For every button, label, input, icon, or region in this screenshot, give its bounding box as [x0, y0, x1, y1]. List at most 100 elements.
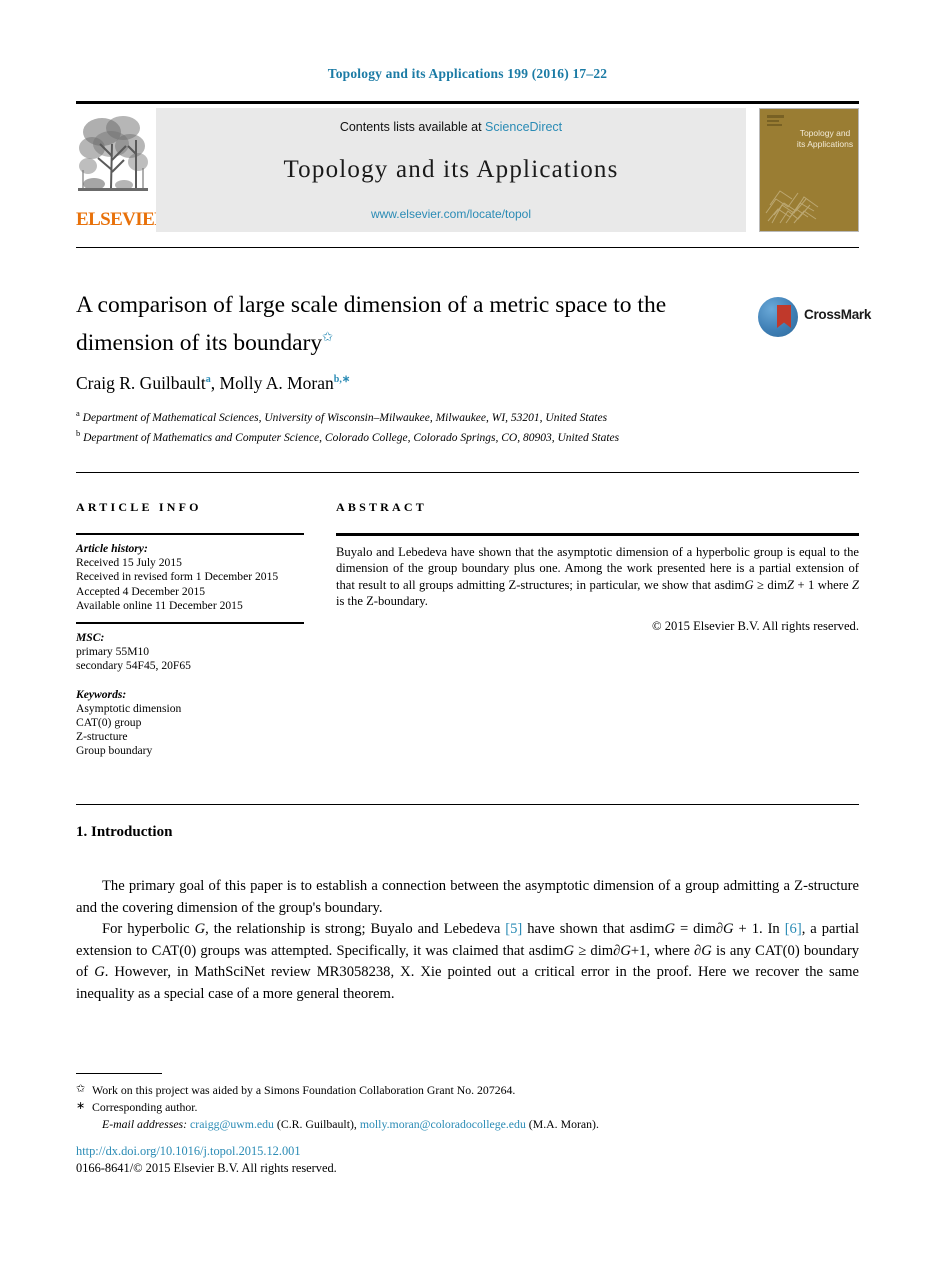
abstract-part-2: + 1 where	[794, 577, 852, 592]
abstract-section-bottom-rule	[76, 804, 859, 805]
abstract-math-g: G	[744, 577, 754, 592]
crossmark-badge[interactable]: CrossMark	[752, 294, 871, 340]
contents-banner: Contents lists available at ScienceDirec…	[156, 108, 746, 232]
masthead-bottom-rule	[76, 247, 859, 248]
section-heading-introduction: 1. Introduction	[76, 824, 173, 840]
author-marker-2: b,∗	[333, 374, 351, 386]
p2-g2: G	[664, 921, 675, 938]
author-marker-1: a	[205, 374, 211, 386]
email-addresses-label: E-mail addresses:	[102, 1117, 188, 1131]
abstract-rule	[336, 533, 859, 536]
keyword-item: Group boundary	[76, 744, 153, 758]
p2-g4: G	[563, 942, 575, 959]
history-received: Received 15 July 2015	[76, 556, 182, 570]
article-title-text: A comparison of large scale dimension of…	[76, 292, 667, 356]
p2-g7: G	[94, 964, 105, 981]
keywords-block: Keywords: Asymptotic dimension CAT(0) gr…	[76, 688, 304, 759]
cover-elsevier-mark-icon	[767, 115, 784, 130]
author-name-1: Craig R. Guilbault	[76, 373, 206, 393]
citation-5[interactable]: [5]	[505, 921, 522, 937]
journal-url-link[interactable]: www.elsevier.com/locate/topol	[156, 207, 746, 221]
affiliation-marker-b: b	[76, 428, 81, 439]
abstract-relation: ≥ dim	[753, 577, 787, 592]
affiliation-text-b: Department of Mathematics and Computer S…	[83, 432, 620, 445]
crossmark-ribbon-icon	[777, 305, 791, 328]
abstract-heading: ABSTRACT	[336, 500, 427, 514]
msc-block: MSC: primary 55M10 secondary 54F45, 20F6…	[76, 631, 304, 674]
footnote-rule	[76, 1073, 162, 1074]
abstract-math-z2: Z	[851, 577, 859, 592]
affiliation-a: a Department of Mathematical Sciences, U…	[76, 406, 776, 425]
paragraph-1: The primary goal of this paper is to est…	[76, 878, 859, 916]
issn-copyright-line: 0166-8641/© 2015 Elsevier B.V. All right…	[76, 1160, 337, 1175]
abstract-copyright: © 2015 Elsevier B.V. All rights reserved…	[652, 618, 859, 633]
crossmark-circle-icon	[758, 297, 798, 337]
email-owner-1: (C.R. Guilbault),	[276, 1117, 357, 1131]
p2-b: , the relationship is strong; Buyalo and…	[205, 921, 506, 938]
affiliation-text-a: Department of Mathematical Sciences, Uni…	[82, 411, 608, 424]
article-info-separator-rule	[76, 622, 304, 625]
article-info-heading: ARTICLE INFO	[76, 500, 202, 514]
footnote-emails: E-mail addresses: craigg@uwm.edu (C.R. G…	[76, 1116, 859, 1133]
email-owner-2: (M.A. Moran).	[528, 1117, 599, 1131]
sciencedirect-link[interactable]: ScienceDirect	[485, 120, 562, 134]
footnote-block: ✩ Work on this project was aided by a Si…	[76, 1082, 859, 1133]
info-section-top-rule	[76, 472, 859, 473]
masthead-top-rule	[76, 101, 859, 104]
affiliation-b: b Department of Mathematics and Computer…	[76, 426, 776, 445]
p2-g3: G	[723, 921, 734, 938]
journal-masthead: ELSEVIER Contents lists available at Sci…	[76, 108, 859, 232]
title-footnote-marker[interactable]: ✩	[322, 329, 333, 344]
footnote-grant-text: Work on this project was aided by a Simo…	[92, 1083, 516, 1097]
journal-title: Topology and its Applications	[283, 156, 619, 183]
p2-g5: G	[620, 942, 631, 959]
contents-available-line: Contents lists available at ScienceDirec…	[156, 120, 746, 134]
abstract-text: Buyalo and Lebedeva have shown that the …	[336, 544, 859, 610]
article-info-rule	[76, 533, 304, 535]
doi-link[interactable]: http://dx.doi.org/10.1016/j.topol.2015.1…	[76, 1143, 337, 1160]
article-info-column: ARTICLE INFO Article history: Received 1…	[76, 500, 304, 759]
p2-j: . However, in MathSciNet review MR305823…	[76, 964, 860, 1002]
email-link-guilbault[interactable]: craigg@uwm.edu	[190, 1117, 274, 1131]
abstract-column: ABSTRACT Buyalo and Lebedeva have shown …	[336, 500, 859, 634]
footnote-grant: ✩ Work on this project was aided by a Si…	[76, 1082, 859, 1099]
article-page: Topology and its Applications 199 (2016)…	[0, 0, 935, 1266]
affiliation-list: a Department of Mathematical Sciences, U…	[76, 406, 776, 447]
crossmark-label: CrossMark	[804, 307, 872, 322]
keyword-item: CAT(0) group	[76, 716, 142, 730]
p2-d: = dim∂	[675, 921, 724, 938]
body-content: The primary goal of this paper is to est…	[76, 876, 859, 1006]
msc-primary: primary 55M10	[76, 645, 150, 659]
cover-geometric-pattern-icon	[765, 190, 819, 224]
paragraph-2: For hyperbolic G , the relationship is st…	[76, 919, 859, 1005]
footnote-grant-marker: ✩	[76, 1083, 86, 1095]
running-head: Topology and its Applications 199 (2016)…	[327, 66, 608, 81]
p2-g: ≥ dim∂	[574, 942, 621, 959]
citation-6[interactable]: [6]	[785, 921, 802, 937]
footnote-corresponding-text: Corresponding author.	[92, 1100, 198, 1114]
author-name-2: Molly A. Moran	[219, 373, 334, 393]
history-online: Available online 11 December 2015	[76, 598, 243, 612]
keyword-item: Asymptotic dimension	[76, 701, 182, 715]
author-list: Craig R. Guilbaulta, Molly A. Moranb,∗	[76, 373, 351, 393]
history-accepted: Accepted 4 December 2015	[76, 584, 206, 598]
keywords-label: Keywords:	[76, 687, 127, 701]
elsevier-logo: ELSEVIER	[76, 108, 168, 232]
cover-journal-title: Topology and its Applications	[796, 128, 854, 149]
p2-c: have shown that asdim	[522, 921, 665, 938]
history-revised: Received in revised form 1 December 2015	[76, 570, 279, 584]
affiliation-marker-a: a	[76, 408, 80, 418]
p2-g6: G	[701, 942, 712, 959]
keyword-item: Z-structure	[76, 730, 128, 744]
p2-a: For hyperbolic	[102, 921, 195, 938]
imprint-block: http://dx.doi.org/10.1016/j.topol.2015.1…	[76, 1143, 337, 1176]
footnote-corresponding-marker: ∗	[76, 1100, 86, 1112]
article-title: A comparison of large scale dimension of…	[76, 290, 726, 359]
elsevier-wordmark: ELSEVIER	[76, 209, 168, 230]
elsevier-tree-icon	[78, 110, 148, 207]
article-history-block: Article history: Received 15 July 2015 R…	[76, 542, 304, 613]
email-link-moran[interactable]: molly.moran@coloradocollege.edu	[360, 1117, 526, 1131]
footnote-corresponding: ∗ Corresponding author.	[76, 1099, 859, 1116]
abstract-math-z: Z	[787, 577, 795, 592]
